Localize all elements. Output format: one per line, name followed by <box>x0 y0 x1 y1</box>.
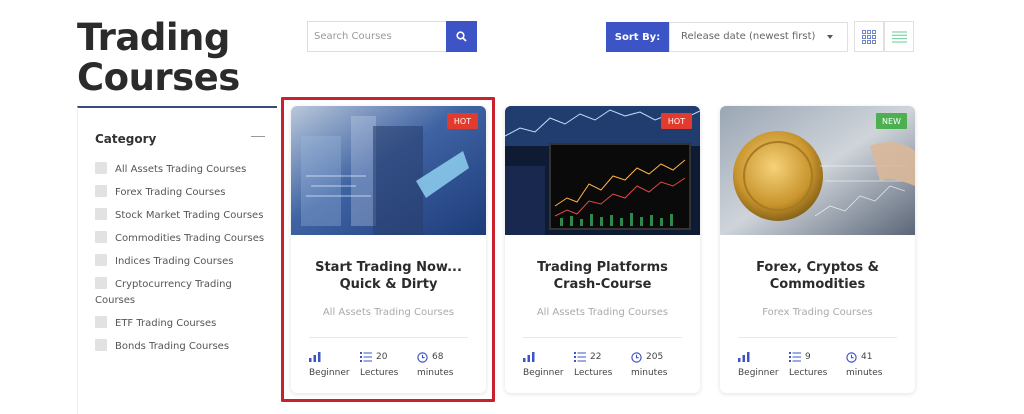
course-category: All Assets Trading Courses <box>536 307 669 318</box>
duration-meta: 41 minutes <box>846 350 882 378</box>
category-label: ETF Trading Courses <box>115 318 217 329</box>
category-item[interactable]: All Assets Trading Courses <box>95 162 270 178</box>
highlight-box <box>281 97 495 402</box>
checkbox[interactable] <box>95 277 107 289</box>
lectures-label: Lectures <box>789 368 828 378</box>
checkbox[interactable] <box>95 231 107 243</box>
category-item[interactable]: Indices Trading Courses <box>95 254 270 270</box>
checkbox[interactable] <box>95 162 107 174</box>
category-list: All Assets Trading Courses Forex Trading… <box>95 162 270 362</box>
collapse-icon[interactable] <box>251 136 265 137</box>
course-card[interactable]: NEW Forex, Cryptos & Commodities Forex T… <box>720 106 915 393</box>
divider <box>523 337 682 338</box>
category-label: Indices Trading Courses <box>115 256 234 267</box>
level-label: Beginner <box>523 368 564 378</box>
chevron-down-icon <box>827 35 833 39</box>
lectures-count: 9 <box>805 352 811 362</box>
category-item[interactable]: Stock Market Trading Courses <box>95 208 270 224</box>
level-meta: Beginner <box>523 350 564 378</box>
category-item[interactable]: Bonds Trading Courses <box>95 339 270 355</box>
course-category: Forex Trading Courses <box>762 307 873 318</box>
level-label: Beginner <box>738 368 779 378</box>
category-label: All Assets Trading Courses <box>115 164 247 175</box>
sort-selected-value: Release date (newest first) <box>681 31 816 42</box>
category-label: Commodities Trading Courses <box>115 233 265 244</box>
category-label: Cryptocurrency Trading Courses <box>95 279 232 306</box>
checkbox[interactable] <box>95 208 107 220</box>
level-meta: Beginner <box>738 350 779 378</box>
lectures-meta: 22 Lectures <box>574 350 612 378</box>
hot-badge: HOT <box>661 113 692 129</box>
checkbox[interactable] <box>95 339 107 351</box>
category-title: Category <box>95 132 157 146</box>
grid-icon <box>862 29 876 44</box>
course-card[interactable]: HOT Trading Platforms Crash-Course All A… <box>505 106 700 393</box>
search-button[interactable] <box>446 21 477 52</box>
category-label: Bonds Trading Courses <box>115 341 230 352</box>
level-bars-icon <box>523 352 535 362</box>
sort-select[interactable]: Release date (newest first) <box>669 22 848 52</box>
duration-value: 41 <box>861 352 873 362</box>
course-title[interactable]: Trading Platforms Crash-Course <box>513 259 692 293</box>
search-icon <box>456 31 467 42</box>
category-item[interactable]: ETF Trading Courses <box>95 316 270 332</box>
category-header[interactable]: Category <box>95 128 265 148</box>
search-input[interactable] <box>307 21 446 52</box>
list-icon <box>789 352 801 362</box>
category-item[interactable]: Cryptocurrency Trading Courses <box>95 277 270 309</box>
category-item[interactable]: Commodities Trading Courses <box>95 231 270 247</box>
category-label: Stock Market Trading Courses <box>115 210 264 221</box>
page-title: Trading Courses <box>77 16 240 99</box>
list-icon <box>574 352 586 362</box>
level-bars-icon <box>738 352 750 362</box>
duration-label: minutes <box>846 368 883 378</box>
clock-icon <box>631 351 642 363</box>
category-item[interactable]: Forex Trading Courses <box>95 185 270 201</box>
duration-value: 205 <box>646 352 664 362</box>
search-bar <box>307 21 477 52</box>
new-badge: NEW <box>876 113 907 129</box>
duration-meta: 205 minutes <box>631 350 667 378</box>
checkbox[interactable] <box>95 316 107 328</box>
divider <box>738 337 897 338</box>
grid-view-button[interactable] <box>854 21 884 52</box>
checkbox[interactable] <box>95 254 107 266</box>
list-icon <box>891 30 907 43</box>
category-label: Forex Trading Courses <box>115 187 226 198</box>
duration-label: minutes <box>631 368 668 378</box>
sort-label: Sort By: <box>606 22 669 52</box>
clock-icon <box>846 351 857 363</box>
list-view-button[interactable] <box>884 21 914 52</box>
course-title[interactable]: Forex, Cryptos & Commodities <box>728 259 907 293</box>
category-sidebar: Category All Assets Trading Courses Fore… <box>77 106 277 414</box>
checkbox[interactable] <box>95 185 107 197</box>
lectures-label: Lectures <box>574 368 613 378</box>
lectures-count: 22 <box>590 352 602 362</box>
lectures-meta: 9 Lectures <box>789 350 827 378</box>
